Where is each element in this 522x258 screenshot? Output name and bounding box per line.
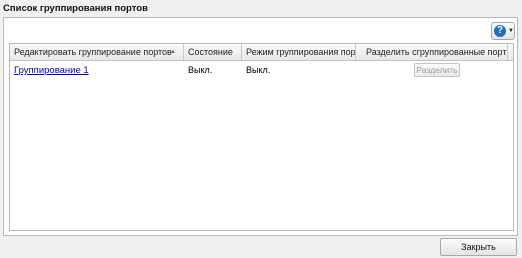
column-header-split[interactable]: Разделить сгруппированные порты [356,44,508,60]
help-button[interactable]: ? ▼ [491,22,515,40]
column-header-state[interactable]: Состояние [184,44,242,60]
page-title: Список группирования портов [3,3,148,14]
close-button[interactable]: Закрыть [440,238,517,256]
cell-mode: Выкл. [246,65,271,75]
sort-ascending-icon: ▲ [170,49,176,55]
table-row: Группирование 1 Выкл. Выкл. Разделить [10,61,513,79]
port-grouping-table: Редактировать группирование портов ▲ Сос… [9,43,514,231]
split-button[interactable]: Разделить [414,63,460,77]
column-header-mode[interactable]: Режим группирования портов [242,44,356,60]
column-header-edit[interactable]: Редактировать группирование портов ▲ [10,44,184,60]
question-circle-icon: ? [494,25,506,37]
group-link[interactable]: Группирование 1 [14,65,89,76]
cell-state: Выкл. [188,65,213,75]
port-grouping-panel: ? ▼ Редактировать группирование портов ▲… [3,17,518,236]
chevron-down-icon: ▼ [508,28,514,34]
cell-group-name: Группирование 1 [10,61,184,79]
table-header: Редактировать группирование портов ▲ Сос… [10,44,513,61]
